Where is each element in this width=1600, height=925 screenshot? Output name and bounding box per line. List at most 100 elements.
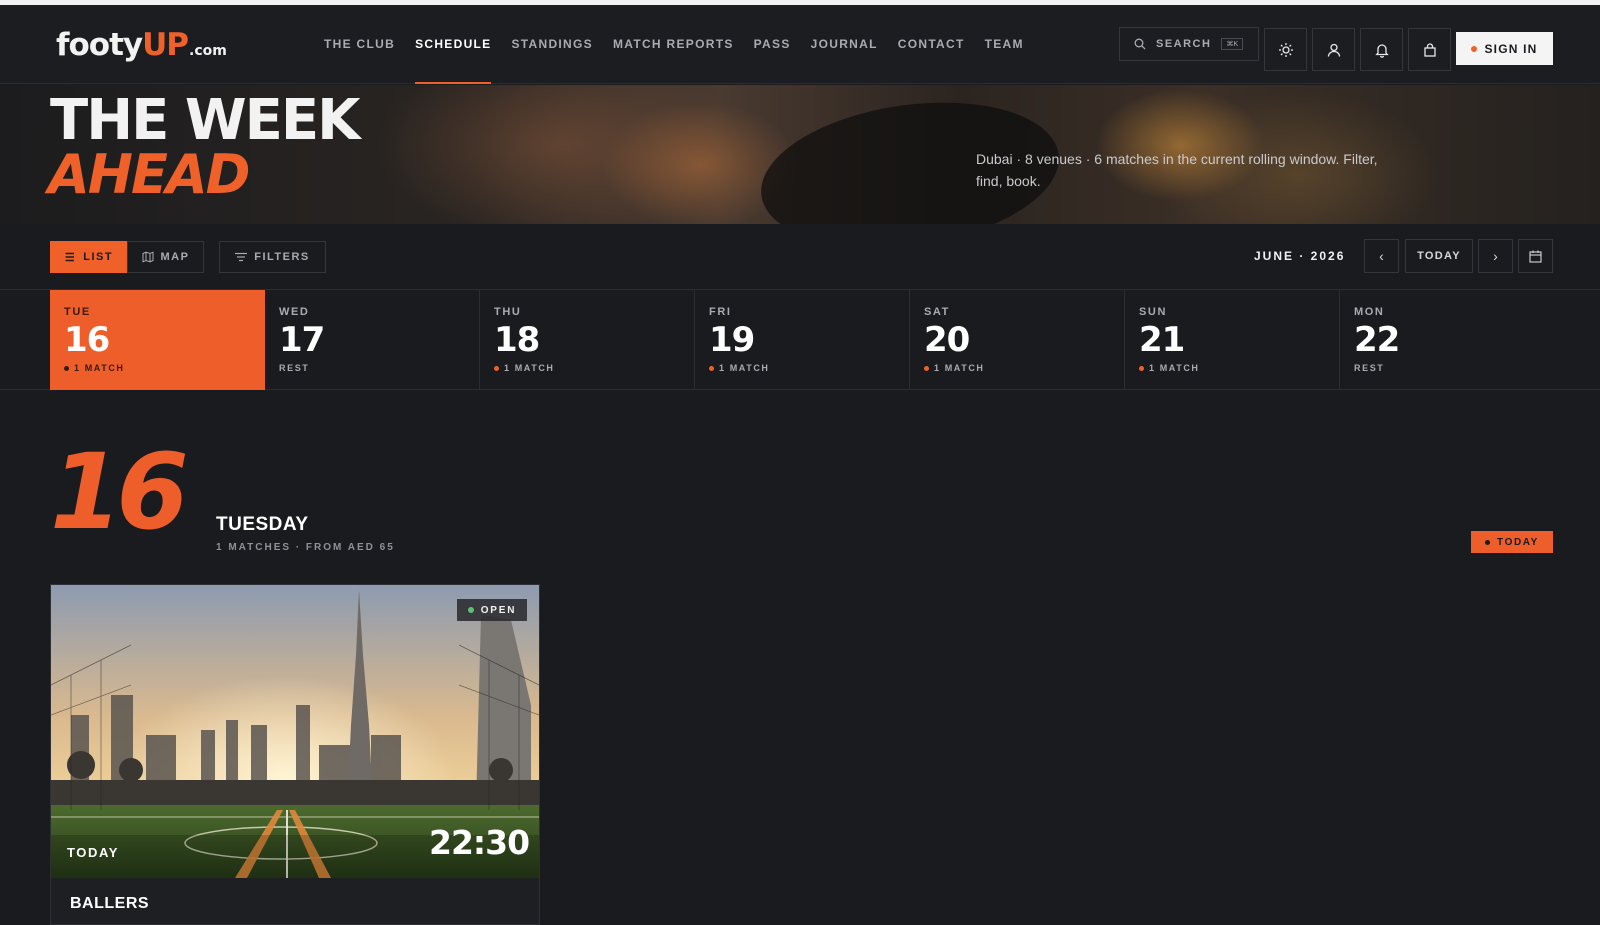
map-icon: [142, 251, 154, 263]
nav-item-pass[interactable]: PASS: [744, 5, 801, 84]
cart-button[interactable]: [1408, 28, 1451, 71]
day-status: REST: [279, 363, 310, 373]
previous-week-button[interactable]: ‹: [1364, 239, 1399, 273]
calendar-icon: [1529, 250, 1542, 263]
week-day-strip: TUE 16 1 MATCH WED 17 REST THU 18 1 MATC…: [0, 290, 1600, 390]
nav-item-standings[interactable]: STANDINGS: [501, 5, 602, 84]
day-of-week: MON: [1354, 306, 1385, 318]
day-match-count: 1 MATCH: [64, 363, 125, 373]
day-number: 19: [709, 320, 755, 360]
match-dot: [709, 365, 714, 371]
map-view-button[interactable]: MAP: [127, 241, 204, 273]
match-title: BALLERS: [70, 895, 150, 912]
day-match-count: 1 MATCH: [494, 363, 555, 373]
today-dot: [1485, 539, 1491, 545]
day-tile-sat-20[interactable]: SAT 20 1 MATCH: [910, 290, 1125, 390]
user-icon: [1327, 43, 1340, 57]
hero-title-line2: AHEAD: [48, 143, 250, 206]
nav-item-team[interactable]: TEAM: [975, 5, 1034, 84]
current-month-label: JUNE · 2026: [1254, 249, 1346, 263]
account-button[interactable]: [1312, 28, 1355, 71]
sign-in-label: SIGN IN: [1484, 41, 1538, 56]
day-tile-wed-17[interactable]: WED 17 REST: [265, 290, 480, 390]
section-day-meta: 1 MATCHES · FROM AED 65: [216, 542, 395, 553]
logo-text-com: .com: [189, 43, 227, 59]
hero-description: Dubai · 8 venues · 6 matches in the curr…: [976, 151, 1378, 189]
section-day-name: TUESDAY: [216, 514, 309, 535]
sign-in-button[interactable]: SIGN IN: [1456, 32, 1553, 65]
next-week-button[interactable]: ›: [1478, 239, 1513, 273]
day-number: 16: [64, 320, 110, 360]
filters-button[interactable]: FILTERS: [219, 241, 326, 273]
list-view-button[interactable]: ☰ LIST: [50, 241, 128, 273]
hero-banner: THE WEEK AHEAD Dubai · 8 venues · 6 matc…: [0, 85, 1600, 224]
list-view-label: LIST: [83, 251, 114, 263]
chevron-right-icon: ›: [1493, 248, 1498, 264]
nav-item-match-reports[interactable]: MATCH REPORTS: [603, 5, 744, 84]
day-number: 18: [494, 320, 540, 360]
notifications-button[interactable]: [1360, 28, 1403, 71]
day-of-week: SAT: [924, 306, 950, 318]
section-day-number: 16: [50, 431, 189, 553]
filters-label: FILTERS: [254, 251, 310, 263]
day-tile-sun-21[interactable]: SUN 21 1 MATCH: [1125, 290, 1340, 390]
list-icon: ☰: [64, 251, 77, 264]
day-of-week: FRI: [709, 306, 732, 318]
day-match-count-label: 1 MATCH: [74, 363, 125, 373]
calendar-picker-button[interactable]: [1518, 239, 1553, 273]
sun-icon: [1278, 42, 1293, 57]
match-day-label: TODAY: [67, 845, 120, 860]
day-of-week: WED: [279, 306, 310, 318]
filter-icon: [235, 252, 248, 262]
logo-text-up: UP: [142, 27, 189, 63]
match-dot: [924, 365, 929, 371]
schedule-toolbar: ☰ LIST MAP FILTERS JUNE · 2026 ‹ TODAY ›: [0, 224, 1600, 290]
sign-in-dot: [1471, 45, 1478, 52]
day-of-week: TUE: [64, 306, 91, 318]
search-box[interactable]: SEARCH ⌘K: [1119, 27, 1259, 61]
bag-icon: [1423, 42, 1436, 57]
match-status-label: OPEN: [480, 604, 517, 616]
day-tile-tue-16[interactable]: TUE 16 1 MATCH: [50, 290, 265, 390]
nav-item-the-club[interactable]: THE CLUB: [314, 5, 405, 84]
today-badge-label: TODAY: [1497, 536, 1539, 548]
main-nav: THE CLUB SCHEDULE STANDINGS MATCH REPORT…: [314, 5, 1034, 84]
day-number: 22: [1354, 320, 1400, 360]
logo-text-footy: footy: [56, 27, 143, 63]
search-shortcut-hint: ⌘K: [1221, 38, 1244, 50]
match-dot: [64, 365, 69, 371]
match-dot: [494, 365, 499, 371]
day-number: 20: [924, 320, 970, 360]
match-dot: [1139, 365, 1144, 371]
day-match-count-label: 1 MATCH: [504, 363, 555, 373]
match-card[interactable]: OPEN TODAY 22:30 BALLERS: [50, 584, 540, 925]
day-of-week: THU: [494, 306, 522, 318]
map-view-label: MAP: [160, 251, 190, 263]
day-tile-thu-18[interactable]: THU 18 1 MATCH: [480, 290, 695, 390]
search-label: SEARCH: [1156, 38, 1212, 50]
status-dot: [467, 607, 474, 613]
theme-toggle-button[interactable]: [1264, 28, 1307, 71]
hero-title-line1: THE WEEK: [50, 88, 360, 153]
day-match-count: 1 MATCH: [924, 363, 985, 373]
search-icon: [1134, 38, 1146, 50]
day-tile-mon-22[interactable]: MON 22 REST: [1340, 290, 1600, 390]
nav-item-schedule[interactable]: SCHEDULE: [405, 5, 501, 84]
day-status: REST: [1354, 363, 1385, 373]
today-button[interactable]: TODAY: [1405, 239, 1473, 273]
match-status-badge: OPEN: [457, 599, 527, 621]
logo[interactable]: footy UP .com: [56, 27, 227, 67]
day-tile-fri-19[interactable]: FRI 19 1 MATCH: [695, 290, 910, 390]
day-match-count-label: 1 MATCH: [1149, 363, 1200, 373]
nav-item-contact[interactable]: CONTACT: [888, 5, 975, 84]
day-of-week: SUN: [1139, 306, 1168, 318]
day-match-count-label: 1 MATCH: [934, 363, 985, 373]
match-time: 22:30: [429, 823, 530, 862]
day-match-count-label: 1 MATCH: [719, 363, 770, 373]
day-match-count: 1 MATCH: [709, 363, 770, 373]
day-number: 17: [279, 320, 325, 360]
bell-icon: [1374, 43, 1389, 58]
day-number: 21: [1139, 320, 1185, 360]
site-header: footy UP .com THE CLUB SCHEDULE STANDING…: [0, 5, 1600, 84]
nav-item-journal[interactable]: JOURNAL: [801, 5, 888, 84]
